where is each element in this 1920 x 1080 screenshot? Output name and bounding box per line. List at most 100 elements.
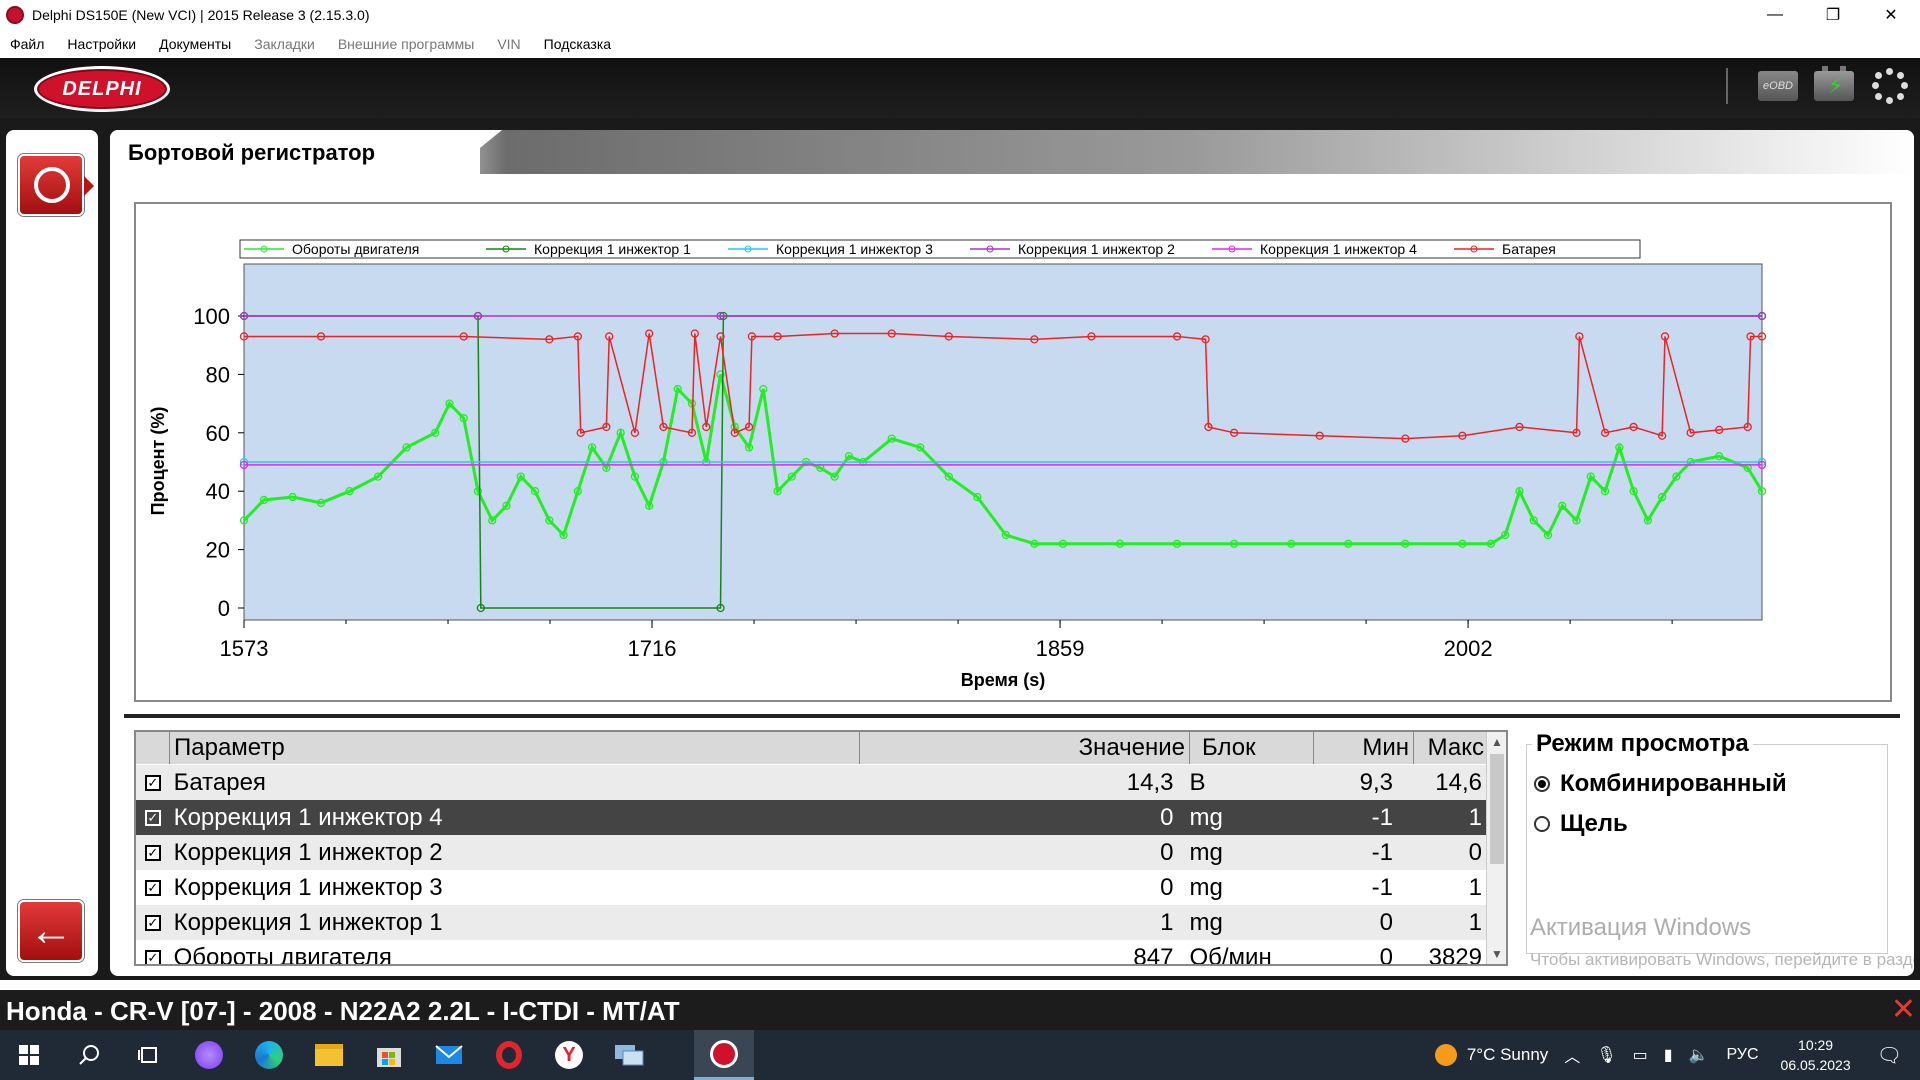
weather-text[interactable]: 7°C Sunny	[1467, 1045, 1548, 1065]
checkbox-icon[interactable]: ✓	[144, 844, 161, 861]
table-scrollbar[interactable]: ▲ ▼	[1486, 732, 1506, 964]
vehicle-bar: Honda - CR-V [07-] - 2008 - N22A2 2.2L -…	[0, 990, 1920, 1030]
window-title: Delphi DS150E (New VCI) | 2015 Release 3…	[32, 7, 370, 23]
row-checkbox[interactable]: ✓	[136, 949, 170, 964]
checkbox-icon[interactable]: ✓	[144, 809, 161, 826]
yandex-icon: Y	[555, 1041, 583, 1069]
taskbar-remote[interactable]	[600, 1030, 658, 1080]
radio-combined-indicator[interactable]	[1534, 776, 1550, 792]
taskbar-assistant[interactable]	[180, 1030, 238, 1080]
checkbox-icon[interactable]: ✓	[144, 914, 161, 931]
task-view-icon	[138, 1047, 157, 1063]
row-checkbox[interactable]: ✓	[136, 809, 170, 826]
row-checkbox[interactable]: ✓	[136, 774, 170, 791]
checkbox-icon[interactable]: ✓	[144, 879, 161, 896]
notifications-icon[interactable]: 🗨	[1877, 1043, 1902, 1068]
x-tick-label: 2002	[1444, 636, 1493, 661]
scroll-up-icon[interactable]: ▲	[1487, 732, 1506, 752]
radio-slot[interactable]: Щель	[1534, 810, 1628, 838]
windows-activation-hint: Чтобы активировать Windows, перейдите в …	[1530, 950, 1914, 976]
edge-icon	[255, 1041, 283, 1069]
start-button[interactable]	[0, 1030, 58, 1080]
table-row[interactable]: ✓ Коррекция 1 инжектор 2 0 mg -1 0	[136, 835, 1488, 870]
logo-text: DELPHI	[62, 77, 142, 100]
search-button[interactable]	[60, 1030, 118, 1080]
radio-combined[interactable]: Комбинированный	[1534, 770, 1787, 798]
row-checkbox[interactable]: ✓	[136, 879, 170, 896]
header-param[interactable]: Параметр	[170, 732, 860, 764]
radio-slot-label: Щель	[1560, 810, 1628, 837]
cell-max: 1	[1468, 803, 1482, 831]
cell-unit: mg	[1189, 838, 1223, 866]
cell-unit: Об/мин	[1189, 943, 1272, 966]
header-unit[interactable]: Блок	[1190, 732, 1314, 764]
cell-min: -1	[1371, 803, 1393, 831]
menu-external-programs[interactable]: Внешние программы	[338, 36, 474, 52]
clock-date: 06.05.2023	[1780, 1057, 1851, 1073]
table-row[interactable]: ✓ Батарея 14,3 В 9,3 14,6	[136, 765, 1488, 800]
radio-slot-indicator[interactable]	[1534, 816, 1550, 832]
menu-settings[interactable]: Настройки	[67, 36, 136, 52]
y-tick-label: 100	[193, 304, 230, 329]
battery-button[interactable]: ⚡	[1814, 66, 1854, 104]
cell-unit: mg	[1189, 908, 1223, 936]
taskbar-yandex[interactable]: Y	[540, 1030, 598, 1080]
volume-icon[interactable]: 🔈	[1689, 1045, 1709, 1065]
app-header: DELPHI eOBD ⚡	[0, 58, 1920, 118]
windows-taskbar: Y 7°C Sunny ︿ 🎙 ▭ ▮ 🔈 РУС 10:29 06.05.20…	[0, 1030, 1920, 1080]
eobd-button[interactable]: eOBD	[1758, 68, 1798, 104]
cell-value: 14,3	[1126, 768, 1174, 796]
language-indicator[interactable]: РУС	[1726, 1046, 1758, 1064]
menu-bookmarks[interactable]: Закладки	[254, 36, 315, 52]
cell-param: Обороты двигателя	[173, 943, 392, 966]
menu-documents[interactable]: Документы	[159, 36, 231, 52]
connection-status-button[interactable]	[1870, 68, 1910, 104]
taskbar-opera[interactable]	[480, 1030, 538, 1080]
cell-value: 0	[1160, 873, 1174, 901]
y-tick-label: 80	[206, 362, 230, 387]
menu-file[interactable]: Файл	[10, 36, 44, 52]
task-view-button[interactable]	[120, 1030, 178, 1080]
taskbar-explorer[interactable]	[300, 1030, 358, 1080]
battery-tray-icon[interactable]: ▮	[1664, 1045, 1673, 1065]
close-vehicle-icon[interactable]: ✕	[1891, 992, 1916, 1027]
back-button[interactable]: ←	[18, 900, 84, 962]
clock[interactable]: 10:29 06.05.2023	[1781, 1035, 1851, 1075]
taskbar-edge[interactable]	[240, 1030, 298, 1080]
close-button[interactable]: ✕	[1862, 0, 1920, 30]
chevron-up-icon[interactable]: ︿	[1564, 1043, 1580, 1067]
scroll-thumb[interactable]	[1490, 754, 1504, 864]
header-max[interactable]: Макс	[1414, 732, 1488, 764]
header-value[interactable]: Значение	[860, 732, 1190, 764]
body-area: ← Бортовой регистратор Обороты двигателя…	[0, 118, 1920, 980]
scroll-down-icon[interactable]: ▼	[1487, 944, 1506, 964]
window-controls: — ❐ ✕	[1746, 0, 1920, 30]
table-row[interactable]: ✓ Коррекция 1 инжектор 1 1 mg 0 1	[136, 905, 1488, 940]
header-checkbox-col	[136, 732, 170, 764]
maximize-button[interactable]: ❐	[1804, 0, 1862, 30]
minimize-button[interactable]: —	[1746, 0, 1804, 30]
row-checkbox[interactable]: ✓	[136, 844, 170, 861]
table-row[interactable]: ✓ Коррекция 1 инжектор 3 0 mg -1 1	[136, 870, 1488, 905]
network-icon[interactable]: ▭	[1633, 1045, 1648, 1065]
checkbox-icon[interactable]: ✓	[144, 774, 161, 791]
row-checkbox[interactable]: ✓	[136, 914, 170, 931]
cell-min: 0	[1379, 943, 1393, 966]
taskbar-store[interactable]	[360, 1030, 418, 1080]
table-row[interactable]: ✓ Коррекция 1 инжектор 4 0 mg -1 1	[136, 800, 1488, 835]
table-row[interactable]: ✓ Обороты двигателя 847 Об/мин 0 3829	[136, 940, 1488, 966]
taskbar-mail[interactable]	[420, 1030, 478, 1080]
y-tick-label: 60	[206, 421, 230, 446]
recorder-mode-button[interactable]	[18, 154, 94, 216]
menu-vin[interactable]: VIN	[497, 36, 520, 52]
menu-help[interactable]: Подсказка	[544, 36, 611, 52]
checkbox-icon[interactable]: ✓	[144, 949, 161, 964]
legend-label: Коррекция 1 инжектор 2	[1018, 241, 1175, 257]
menu-bar: Файл Настройки Документы Закладки Внешни…	[0, 30, 1920, 58]
page-header: Бортовой регистратор	[110, 130, 1914, 174]
header-min[interactable]: Мин	[1314, 732, 1414, 764]
cell-unit: В	[1189, 768, 1206, 796]
microphone-icon[interactable]: 🎙	[1596, 1045, 1616, 1065]
taskbar-delphi[interactable]	[694, 1030, 754, 1080]
app-icon	[6, 6, 24, 24]
